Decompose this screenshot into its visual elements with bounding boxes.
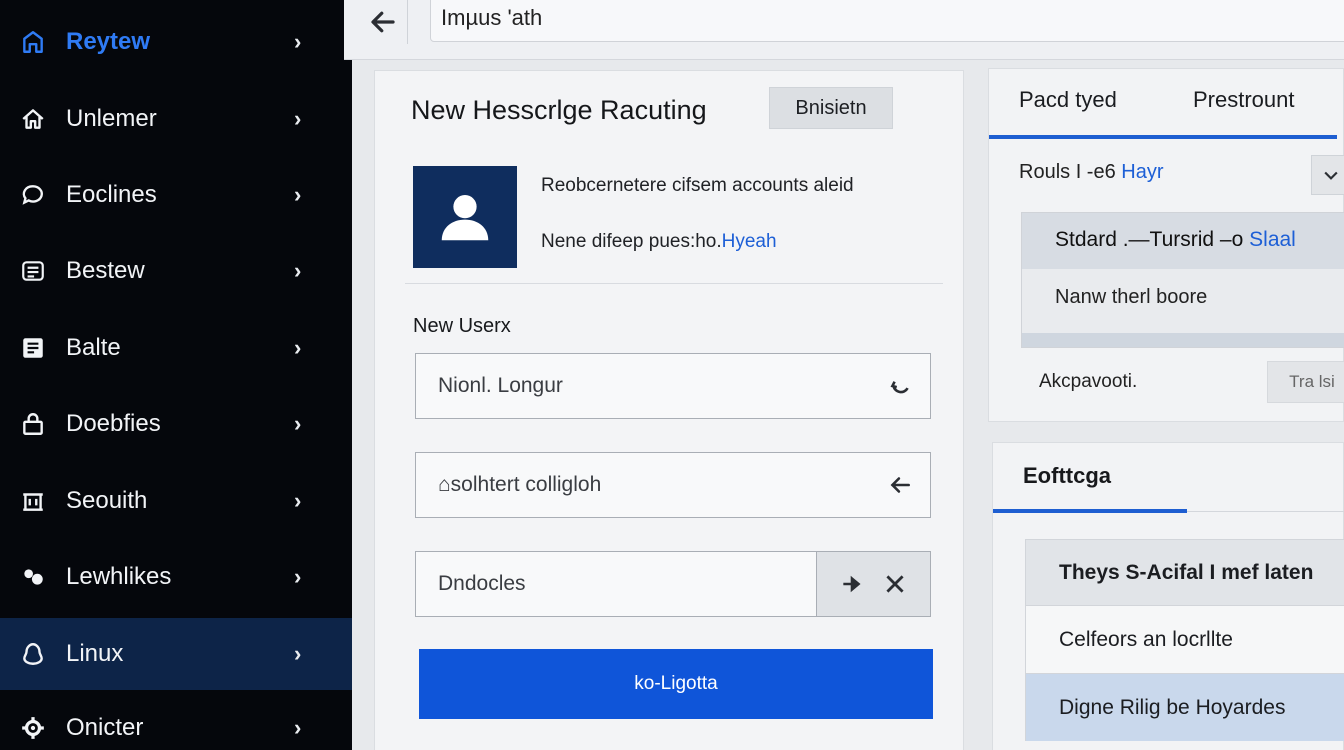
arrow-left-icon xyxy=(370,11,395,33)
filter-row-text: Rouls I -e6 xyxy=(1019,161,1116,183)
chevron-down-icon xyxy=(1324,171,1338,180)
sidebar-item-linux[interactable]: Linux › xyxy=(0,618,352,690)
name-field-placeholder: Nionl. Longur xyxy=(438,374,563,397)
account-note-link[interactable]: Hyeah xyxy=(722,231,777,252)
chevron-right-icon: › xyxy=(294,29,302,54)
chevron-right-icon: › xyxy=(294,715,302,740)
sidebar-item-onicter[interactable]: Onicter › xyxy=(0,692,352,750)
settings-list: Theys S-Acifal I mef laten Celfeors an l… xyxy=(1025,539,1344,741)
header-action-button[interactable]: Bnisietn xyxy=(769,87,893,129)
settings-panel: Eofttcga Theys S-Acifal I mef laten Celf… xyxy=(992,442,1344,750)
chevron-right-icon: › xyxy=(294,488,302,513)
page-title: New Hesscrlge Racuting xyxy=(411,95,707,125)
sidebar-item-eoclines[interactable]: Eoclines › xyxy=(0,159,352,231)
sidebar-item-lewhlikes[interactable]: Lewhlikes › xyxy=(0,541,352,613)
dropdown-toggle[interactable] xyxy=(1311,155,1344,195)
panel-footer-button[interactable]: Tra lsi xyxy=(1267,361,1344,403)
lock-icon xyxy=(18,409,48,439)
close-icon[interactable] xyxy=(882,571,908,597)
chevron-right-icon: › xyxy=(294,182,302,207)
gear-icon xyxy=(18,713,48,743)
avatar xyxy=(413,166,517,268)
chevron-right-icon: › xyxy=(294,335,302,360)
divider xyxy=(1187,511,1344,512)
sidebar-item-unlemer[interactable]: Unlemer › xyxy=(0,83,352,155)
contact-field-placeholder: ⌂solhtert colligloh xyxy=(438,473,602,496)
sidebar-item-doebfies[interactable]: Doebfies › xyxy=(0,388,352,460)
field-actions xyxy=(816,552,930,616)
tab-first[interactable]: Pacd tyed xyxy=(1019,87,1117,113)
account-note: Nene difeep pues:ho.Hyeah xyxy=(541,231,777,253)
document-icon xyxy=(18,333,48,363)
linux-icon xyxy=(18,639,48,669)
chevron-right-icon: › xyxy=(294,641,302,666)
settings-panel-title[interactable]: Eofttcga xyxy=(1023,463,1111,489)
list-header: Theys S-Acifal I mef laten xyxy=(1025,539,1344,605)
user-icon xyxy=(441,195,489,241)
sidebar-item-bestew[interactable]: Bestew › xyxy=(0,235,352,307)
details-panel: Pacd tyed Prestrount Rouls I -e6 Hayr St… xyxy=(988,68,1344,422)
list-icon xyxy=(18,256,48,286)
chat-bubble-icon xyxy=(18,180,48,210)
group-icon xyxy=(18,562,48,592)
status-box-header-text: Stdard .—Tursrid –o xyxy=(1055,228,1244,251)
filter-row: Rouls I -e6 Hayr xyxy=(1019,161,1164,184)
section-label: New Userx xyxy=(413,315,511,337)
chevron-right-icon: › xyxy=(294,106,302,131)
chevron-right-icon: › xyxy=(294,411,302,436)
status-box-footer-bar xyxy=(1022,333,1344,347)
home-outline-icon xyxy=(18,27,48,57)
main-card: New Hesscrlge Racuting Bnisietn Reobcern… xyxy=(374,70,964,750)
arrow-left-icon[interactable] xyxy=(870,472,930,498)
details-field-placeholder: Dndocles xyxy=(438,572,526,595)
contact-field[interactable]: ⌂solhtert colligloh xyxy=(415,452,931,518)
chevron-right-icon: › xyxy=(294,258,302,283)
status-box-body: Nanw therl boore xyxy=(1055,286,1208,308)
tab-underline xyxy=(993,509,1187,513)
building-icon xyxy=(18,486,48,516)
sidebar-item-balte[interactable]: Balte › xyxy=(0,312,352,384)
sidebar-item-seouith[interactable]: Seouith › xyxy=(0,465,352,537)
back-button[interactable] xyxy=(358,0,408,44)
tab-second[interactable]: Prestrount xyxy=(1193,87,1295,113)
chevron-right-icon: › xyxy=(294,564,302,589)
divider xyxy=(405,283,943,284)
status-box-header: Stdard .—Tursrid –o Slaal xyxy=(1022,213,1344,269)
tab-underline xyxy=(989,135,1337,139)
submit-button[interactable]: ko-Ligotta xyxy=(419,649,933,719)
house-icon xyxy=(18,104,48,134)
name-field[interactable]: Nionl. Longur xyxy=(415,353,931,419)
sidebar: Reytew › Unlemer › Eoclines › Bestew › B… xyxy=(0,0,352,750)
undo-icon[interactable] xyxy=(870,373,930,399)
list-item-selected[interactable]: Digne Rilig be Hoyardes xyxy=(1025,673,1344,741)
sidebar-item-reytew[interactable]: Reytew › xyxy=(0,6,352,78)
account-description: Reobcernetere cifsem accounts aleid xyxy=(541,175,854,196)
address-bar[interactable]: Imµus 'ath xyxy=(430,0,1344,42)
account-note-text: Nene difeep pues:ho. xyxy=(541,231,722,252)
details-field[interactable]: Dndocles xyxy=(415,551,931,617)
arrow-right-icon[interactable] xyxy=(839,571,865,597)
status-box: Stdard .—Tursrid –o Slaal Nanw therl boo… xyxy=(1021,212,1344,348)
panel-footer-label: Akcpavooti. xyxy=(1039,371,1138,392)
status-box-header-link[interactable]: Slaal xyxy=(1249,228,1296,251)
list-item[interactable]: Celfeors an locrllte xyxy=(1025,605,1344,673)
top-bar: Imµus 'ath xyxy=(344,0,1344,60)
filter-row-link[interactable]: Hayr xyxy=(1121,161,1163,183)
